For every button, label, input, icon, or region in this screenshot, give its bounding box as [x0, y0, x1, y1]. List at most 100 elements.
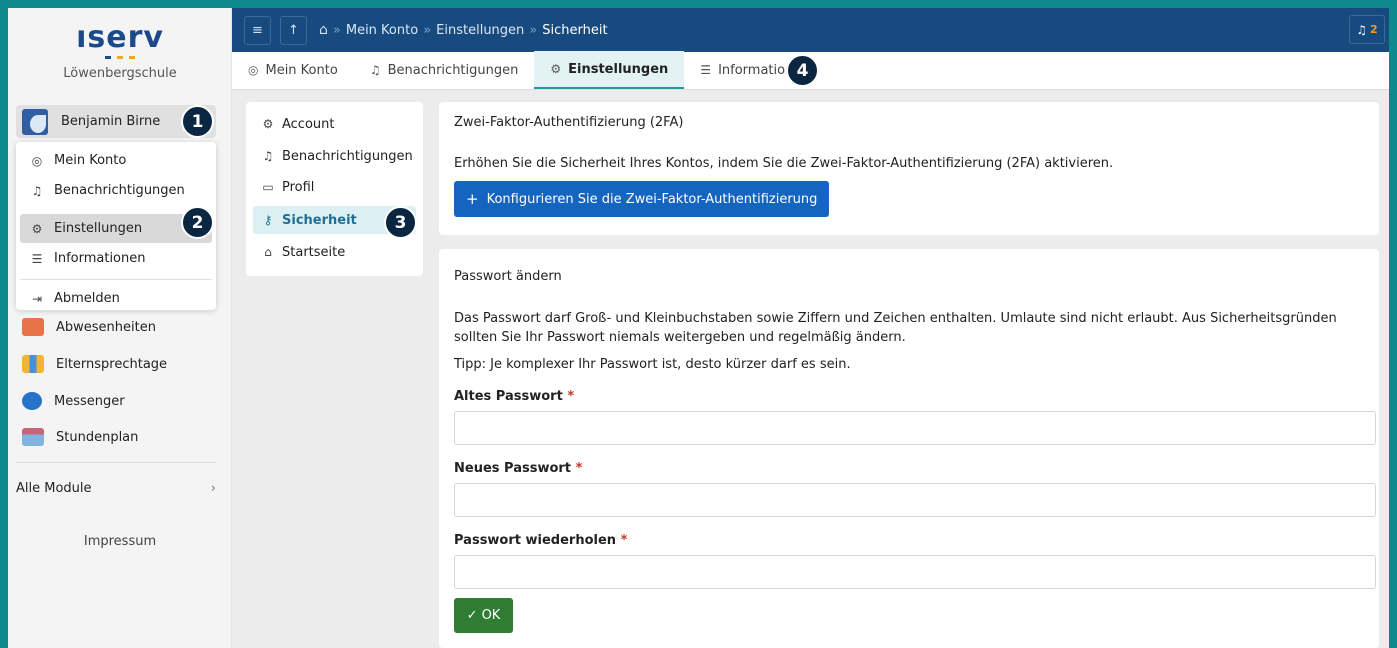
ok-label: OK — [481, 608, 501, 623]
breadcrumb-einstellungen[interactable]: Einstellungen — [436, 23, 524, 38]
menu-item-label: Einstellungen — [54, 221, 143, 236]
module-abwesenheiten[interactable]: Abwesenheiten — [16, 313, 156, 341]
subnav-label: Sicherheit — [282, 212, 357, 228]
logo-dots — [105, 56, 135, 59]
gear-icon: ⚙ — [262, 117, 274, 131]
main-content: ⚙ Account ♫ Benachrichtigungen ▭ Profil … — [232, 90, 1389, 648]
new-password-field[interactable] — [454, 483, 1376, 517]
callout-badge-2: 2 — [181, 206, 214, 239]
required-mark: * — [567, 389, 575, 404]
module-messenger[interactable]: Messenger — [16, 387, 125, 415]
repeat-password-label-text: Passwort wiederholen — [454, 533, 617, 548]
twofa-card: Zwei-Faktor-Authentifizierung (2FA) Erhö… — [439, 102, 1379, 235]
breadcrumb-separator: » — [332, 22, 341, 38]
twofa-description: Erhöhen Sie die Sicherheit Ihres Kontos,… — [454, 156, 1114, 171]
hamburger-icon: ≡ — [252, 22, 263, 38]
impressum-link[interactable]: Impressum — [8, 534, 232, 549]
breadcrumb-mein-konto[interactable]: Mein Konto — [346, 23, 418, 38]
module-label: Messenger — [54, 393, 125, 409]
user-name: Benjamin Birne — [61, 114, 161, 129]
top-bar: ≡ ↑ ⌂ » Mein Konto » Einstellungen » Sic… — [232, 8, 1389, 52]
password-title: Passwort ändern — [454, 269, 562, 284]
menu-item-abmelden[interactable]: ⇥ Abmelden — [20, 284, 212, 313]
arrow-up-icon: ↑ — [288, 22, 299, 38]
absence-icon — [22, 318, 44, 336]
key-icon: ⚷ — [263, 213, 273, 227]
checkmark-icon: ✓ — [466, 608, 478, 623]
logout-icon: ⇥ — [31, 291, 43, 306]
configure-2fa-button[interactable]: + Konfigurieren Sie die Zwei-Faktor-Auth… — [454, 181, 830, 217]
breadcrumb-separator: » — [423, 22, 432, 38]
tab-benachrichtigungen[interactable]: ♫ Benachrichtigungen — [354, 51, 535, 89]
menu-item-label: Benachrichtigungen — [54, 183, 185, 198]
menu-divider — [20, 279, 212, 280]
module-stundenplan[interactable]: Stundenplan — [16, 423, 138, 451]
password-card: Passwort ändern Das Passwort darf Groß- … — [439, 249, 1379, 648]
account-circle-icon: ◎ — [31, 153, 43, 168]
plus-icon: + — [466, 190, 479, 208]
new-password-label-text: Neues Passwort — [454, 461, 572, 476]
menu-item-label: Informationen — [54, 251, 146, 266]
callout-badge-3: 3 — [384, 206, 417, 239]
avatar — [22, 108, 48, 135]
sidebar-divider — [16, 462, 216, 463]
people-icon — [22, 355, 44, 373]
old-password-label: Altes Passwort * — [454, 389, 574, 404]
gear-icon: ⚙ — [31, 221, 43, 236]
required-mark: * — [620, 533, 628, 548]
calendar-icon — [22, 428, 44, 446]
menu-item-informationen[interactable]: ☰ Informationen — [20, 244, 212, 273]
notification-count: 2 — [1370, 23, 1378, 36]
tab-label: Benachrichtigungen — [387, 62, 519, 78]
old-password-field[interactable] — [454, 411, 1376, 445]
tab-label: Mein Konto — [265, 62, 338, 78]
password-description: Das Passwort darf Groß- und Kleinbuchsta… — [454, 311, 1337, 345]
module-label: Abwesenheiten — [56, 319, 156, 335]
iserv-logo[interactable]: ıserv — [8, 20, 232, 55]
breadcrumb: ⌂ » Mein Konto » Einstellungen » Sicherh… — [319, 22, 608, 38]
settings-subnav: ⚙ Account ♫ Benachrichtigungen ▭ Profil … — [246, 102, 423, 276]
subnav-startseite[interactable]: ⌂ Startseite — [253, 238, 416, 266]
bell-icon: ♫ — [262, 149, 274, 163]
bell-icon: ♫ — [31, 183, 43, 198]
callout-badge-1: 1 — [181, 105, 214, 138]
module-label: Elternsprechtage — [56, 356, 168, 372]
list-icon: ☰ — [700, 63, 712, 77]
repeat-password-label: Passwort wiederholen * — [454, 533, 627, 548]
tab-einstellungen[interactable]: ⚙ Einstellungen — [534, 51, 685, 89]
app-frame: ıserv Löwenbergschule Benjamin Birne ◎ M… — [8, 8, 1389, 648]
subnav-benachrichtigungen[interactable]: ♫ Benachrichtigungen — [253, 142, 416, 170]
menu-item-benachrichtigungen[interactable]: ♫ Benachrichtigungen — [20, 176, 212, 205]
repeat-password-field[interactable] — [454, 555, 1376, 589]
school-name: Löwenbergschule — [63, 66, 177, 81]
notifications-button[interactable]: ♫ 2 — [1349, 15, 1385, 44]
ok-button[interactable]: ✓ OK — [454, 598, 513, 633]
old-password-label-text: Altes Passwort — [454, 389, 563, 404]
subnav-label: Startseite — [282, 244, 346, 260]
new-password-label: Neues Passwort * — [454, 461, 582, 476]
all-modules-label: Alle Module — [16, 480, 92, 496]
gear-icon: ⚙ — [550, 62, 562, 76]
module-elternsprechtage[interactable]: Elternsprechtage — [16, 350, 167, 378]
breadcrumb-separator: » — [529, 22, 538, 38]
password-tip: Tipp: Je komplexer Ihr Passwort ist, des… — [454, 357, 851, 372]
account-circle-icon: ◎ — [248, 63, 259, 77]
subnav-profil[interactable]: ▭ Profil — [253, 173, 416, 201]
tab-mein-konto[interactable]: ◎ Mein Konto — [232, 51, 354, 89]
module-label: Stundenplan — [56, 429, 139, 445]
home-icon[interactable]: ⌂ — [319, 22, 328, 38]
subnav-account[interactable]: ⚙ Account — [253, 110, 416, 138]
menu-item-label: Mein Konto — [54, 153, 127, 168]
go-up-button[interactable]: ↑ — [280, 15, 307, 45]
chevron-right-icon: › — [210, 480, 216, 496]
breadcrumb-sicherheit: Sicherheit — [542, 22, 608, 38]
menu-toggle-button[interactable]: ≡ — [244, 15, 271, 45]
subnav-label: Profil — [282, 179, 315, 195]
menu-item-label: Abmelden — [54, 291, 120, 306]
menu-item-mein-konto[interactable]: ◎ Mein Konto — [20, 146, 212, 175]
all-modules-link[interactable]: Alle Module › — [16, 478, 216, 498]
subnav-label: Account — [282, 116, 335, 132]
home-icon: ⌂ — [264, 245, 272, 259]
twofa-title: Zwei-Faktor-Authentifizierung (2FA) — [454, 115, 684, 130]
id-card-icon: ▭ — [262, 180, 274, 194]
